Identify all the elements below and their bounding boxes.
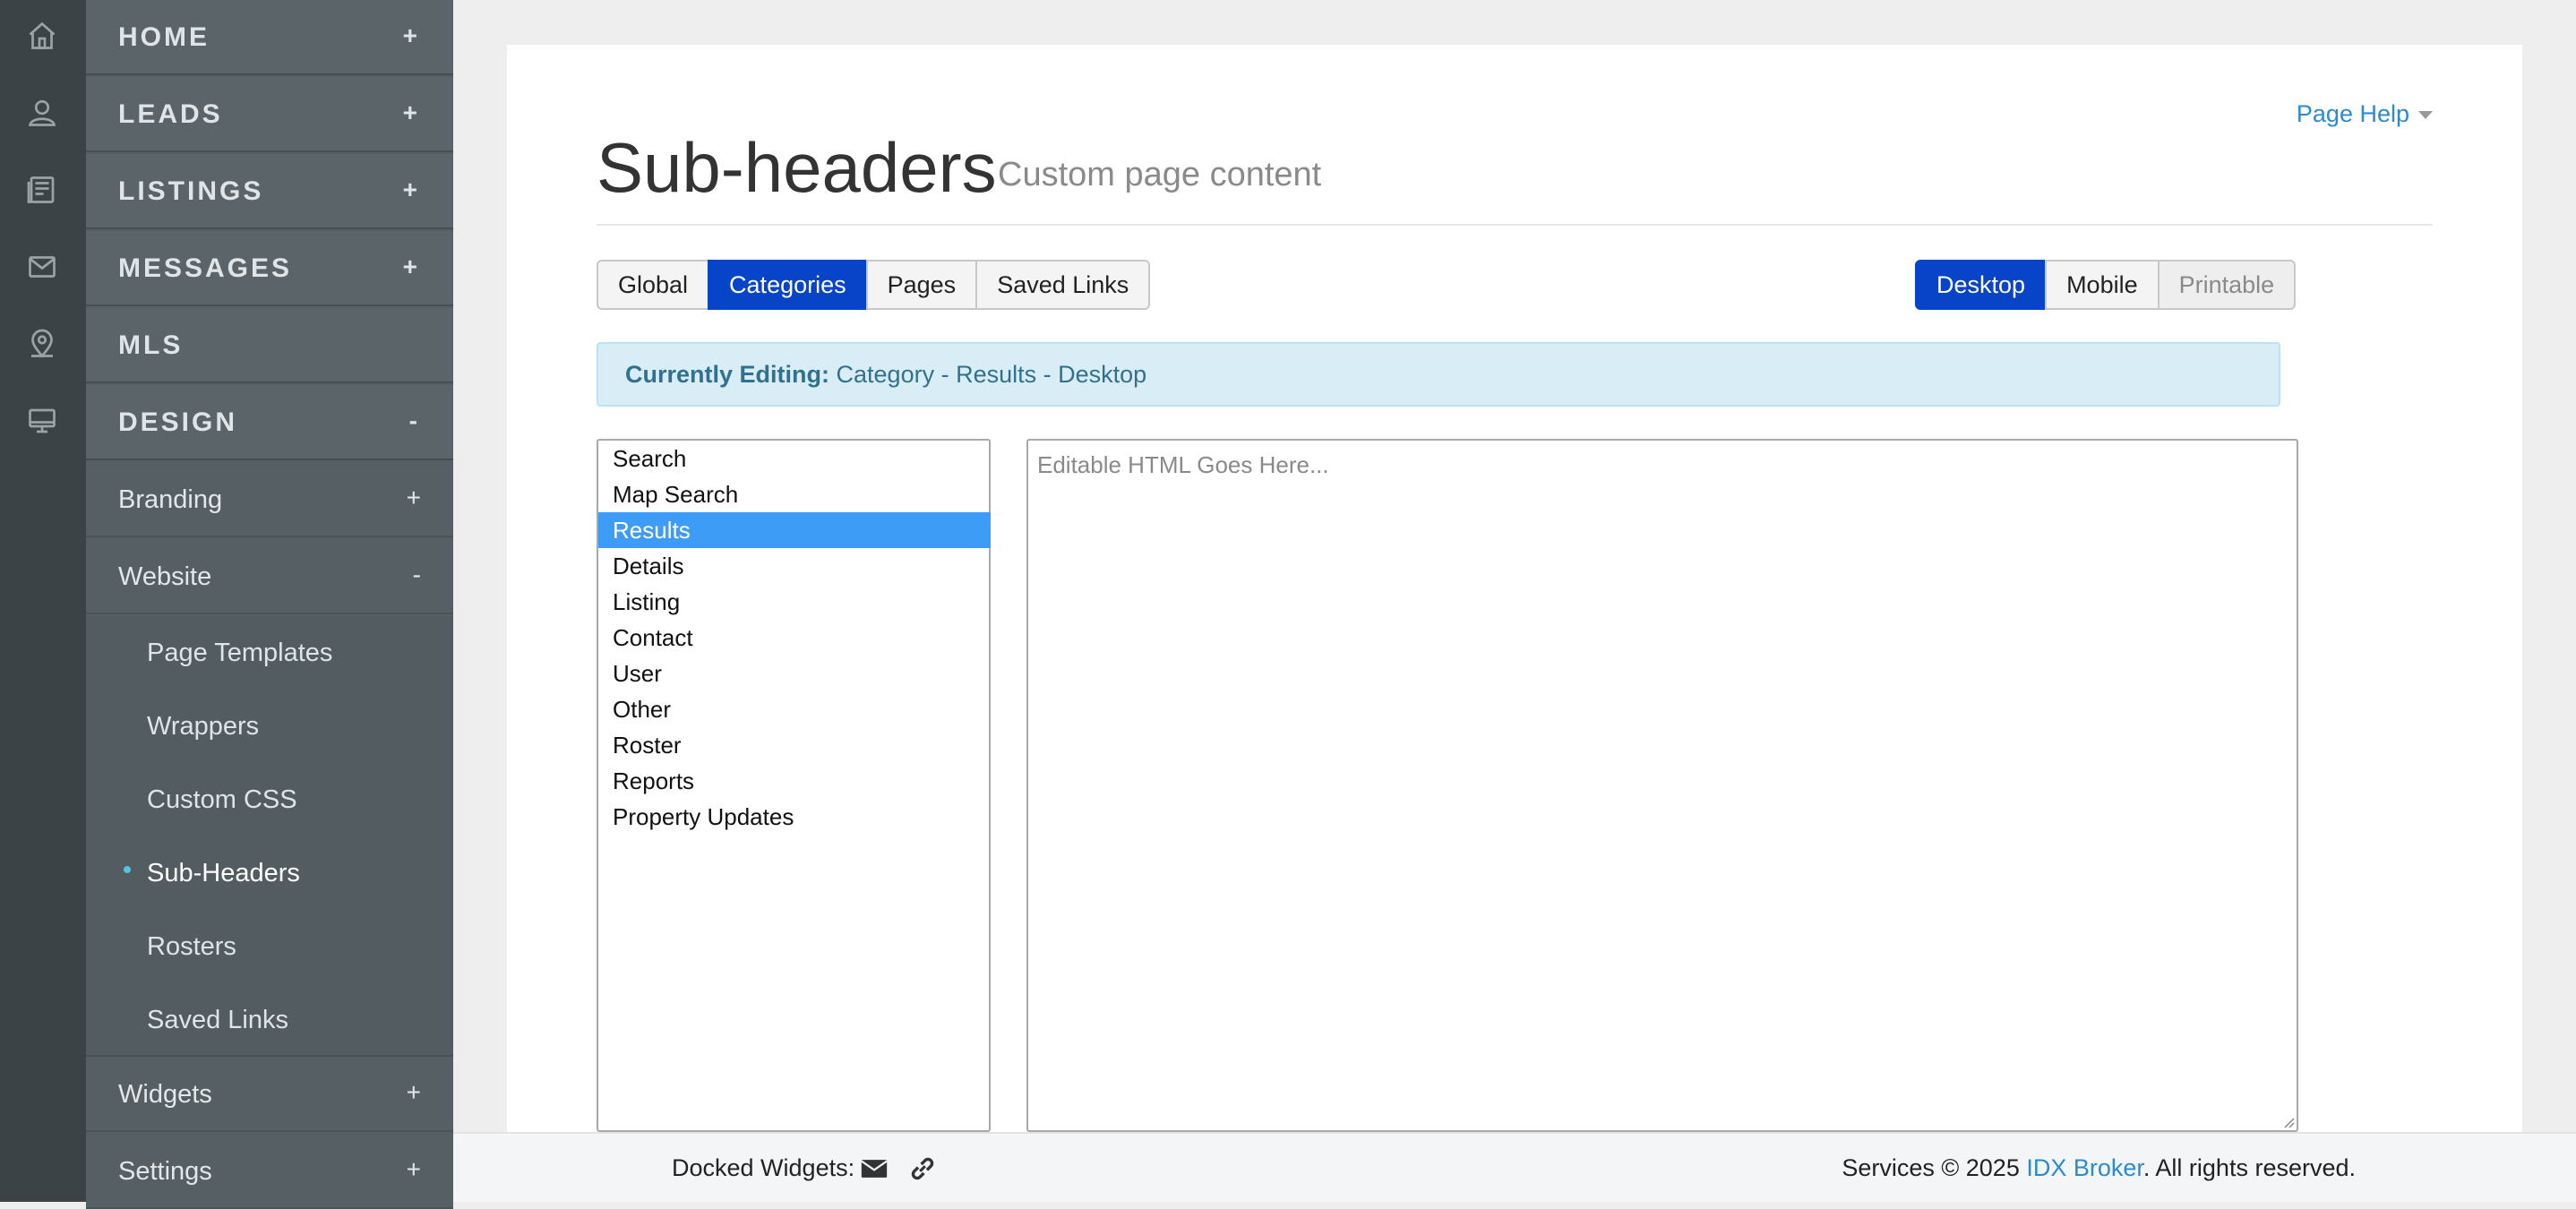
alert-label: Currently Editing:	[625, 361, 829, 388]
tab-desktop[interactable]: Desktop	[1915, 260, 2048, 310]
divider	[597, 224, 2433, 226]
map-pin-icon[interactable]	[24, 326, 60, 362]
idx-broker-link[interactable]: IDX Broker	[2026, 1154, 2143, 1181]
sidebar-item-label: MESSAGES	[118, 253, 293, 283]
active-bullet-icon	[124, 866, 131, 873]
tab-categories[interactable]: Categories	[708, 260, 868, 310]
list-item[interactable]: Reports	[611, 763, 991, 799]
sidebar-item-leads[interactable]: LEADS +	[86, 77, 453, 152]
sidebar-item-label: MLS	[118, 330, 184, 360]
icon-rail	[0, 0, 86, 1202]
sidebar-item-home[interactable]: HOME +	[86, 0, 453, 75]
sidebar-item-custom-css[interactable]: Custom CSS	[147, 763, 297, 836]
sidebar-item-messages[interactable]: MESSAGES +	[86, 231, 453, 306]
sidebar-item-saved-links[interactable]: Saved Links	[147, 983, 288, 1057]
collapse-icon[interactable]: -	[413, 539, 421, 614]
sidebar-nav: HOME + LEADS + LISTINGS + MESSAGES + MLS…	[86, 0, 453, 1209]
tab-global[interactable]: Global	[597, 260, 710, 310]
expand-icon[interactable]: +	[407, 462, 421, 537]
desktop-icon[interactable]	[24, 403, 60, 439]
sidebar-item-sub-headers[interactable]: Sub-Headers	[147, 836, 300, 910]
envelope-icon[interactable]	[858, 1153, 890, 1184]
sidebar-item-label: LEADS	[118, 99, 223, 129]
category-tabs: Global Categories Pages Saved Links	[597, 260, 1151, 310]
website-submenu: Page Templates Wrappers Custom CSS Sub-H…	[86, 616, 453, 1057]
list-item[interactable]: Listing	[611, 584, 991, 620]
expand-icon[interactable]: +	[403, 154, 417, 229]
sidebar-item-mls[interactable]: MLS	[86, 308, 453, 383]
sidebar-item-label: LISTINGS	[118, 176, 264, 206]
mail-icon[interactable]	[24, 249, 60, 285]
editor-placeholder: Editable HTML Goes Here...	[1037, 451, 1329, 478]
page-help-dropdown[interactable]: Page Help	[2297, 100, 2433, 128]
copyright: Services © 2025 IDX Broker. All rights r…	[1842, 1134, 2356, 1202]
copyright-suffix: . All rights reserved.	[2142, 1154, 2356, 1181]
html-editor-textarea[interactable]: Editable HTML Goes Here...	[1026, 439, 2298, 1132]
sidebar-item-branding[interactable]: Branding +	[86, 462, 453, 537]
list-item[interactable]: Roster	[611, 727, 991, 763]
expand-icon[interactable]: +	[407, 1134, 421, 1209]
sidebar-item-design[interactable]: DESIGN -	[86, 385, 453, 460]
sidebar-item-label: Settings	[118, 1157, 212, 1186]
list-item-selected[interactable]: Results	[598, 512, 991, 548]
page-subtitle: Custom page content	[998, 156, 1322, 193]
editing-alert: Currently Editing: Category - Results - …	[597, 342, 2280, 407]
sidebar-item-label: Branding	[118, 485, 223, 514]
copyright-prefix: Services © 2025	[1842, 1154, 2020, 1181]
sidebar-item-listings[interactable]: LISTINGS +	[86, 154, 453, 229]
expand-icon[interactable]: +	[403, 77, 417, 152]
sidebar-item-page-templates[interactable]: Page Templates	[147, 616, 332, 690]
expand-icon[interactable]: +	[403, 0, 417, 75]
resize-handle-icon[interactable]	[2280, 1114, 2295, 1128]
list-item[interactable]: Search	[611, 441, 991, 476]
list-item[interactable]: Map Search	[611, 476, 991, 512]
caret-down-icon	[2418, 111, 2433, 120]
user-icon[interactable]	[24, 95, 60, 131]
sidebar-item-settings[interactable]: Settings +	[86, 1134, 453, 1209]
docked-widgets-label: Docked Widgets:	[672, 1154, 855, 1181]
list-item[interactable]: Property Updates	[611, 799, 991, 835]
collapse-icon[interactable]: -	[409, 385, 417, 460]
main-panel: Page Help Sub-headers Custom page conten…	[507, 45, 2522, 1202]
sidebar-item-label: Website	[118, 562, 212, 591]
page-help-label: Page Help	[2296, 100, 2409, 127]
list-item[interactable]: User	[611, 656, 991, 691]
page-title: Sub-headers	[597, 128, 997, 207]
device-tabs: Desktop Mobile Printable	[1915, 260, 2297, 310]
link-icon[interactable]	[906, 1153, 939, 1184]
sidebar-item-label: HOME	[118, 22, 210, 52]
tab-mobile[interactable]: Mobile	[2045, 260, 2160, 310]
footer: Docked Widgets: Services © 2025 IDX Brok…	[453, 1132, 2576, 1202]
sidebar-item-wrappers[interactable]: Wrappers	[147, 690, 259, 763]
list-item[interactable]: Contact	[611, 620, 991, 656]
sidebar-item-rosters[interactable]: Rosters	[147, 910, 236, 983]
list-item[interactable]: Other	[611, 691, 991, 727]
sidebar-item-widgets[interactable]: Widgets +	[86, 1057, 453, 1132]
expand-icon[interactable]: +	[407, 1057, 421, 1132]
listings-icon[interactable]	[24, 172, 60, 208]
list-item[interactable]: Details	[611, 548, 991, 584]
category-listbox[interactable]: Search Map Search Results Details Listin…	[597, 439, 991, 1132]
sidebar-item-label: Widgets	[118, 1080, 212, 1109]
tab-saved-links[interactable]: Saved Links	[975, 260, 1151, 310]
home-icon[interactable]	[24, 18, 60, 54]
sidebar-item-website[interactable]: Website -	[86, 539, 453, 614]
tab-pages[interactable]: Pages	[865, 260, 978, 310]
alert-value: Category - Results - Desktop	[836, 361, 1147, 388]
tab-printable[interactable]: Printable	[2157, 260, 2297, 310]
expand-icon[interactable]: +	[403, 231, 417, 306]
sidebar-item-label: DESIGN	[118, 407, 238, 437]
